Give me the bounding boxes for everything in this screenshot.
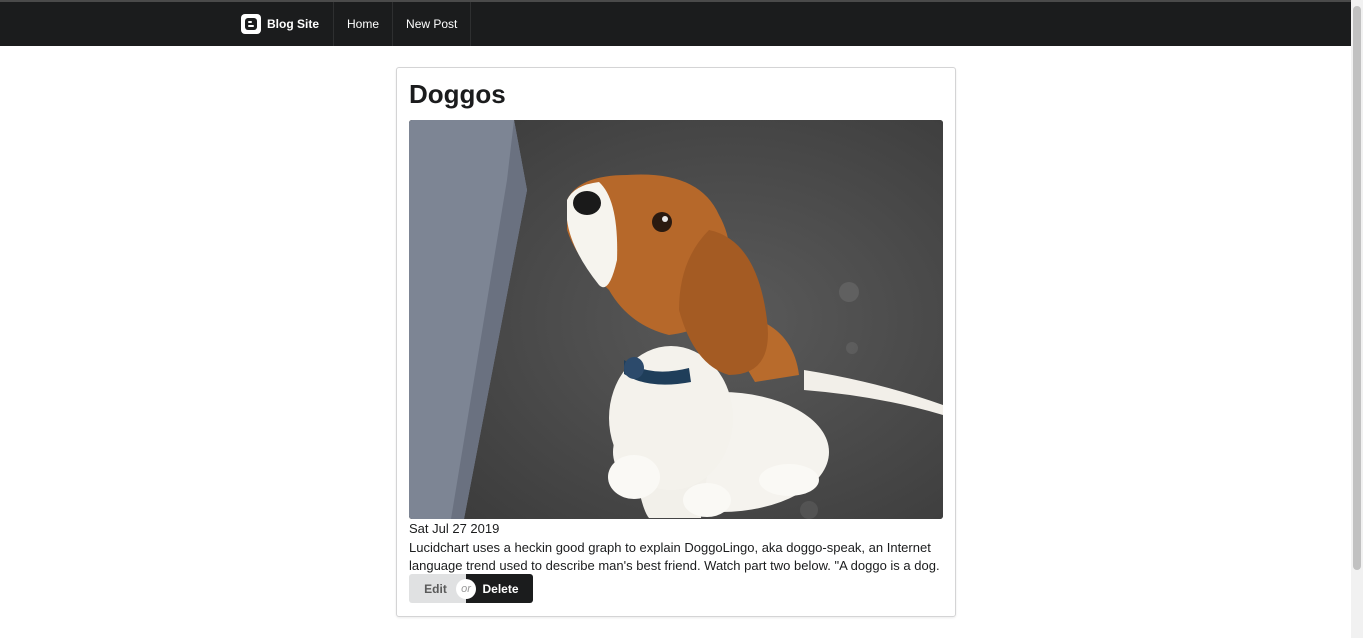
vertical-scrollbar[interactable] — [1351, 0, 1363, 638]
brand-label: Blog Site — [267, 17, 320, 31]
navbar-menu: Blog Site Home New Post — [227, 2, 472, 46]
nav-home[interactable]: Home — [334, 2, 394, 46]
nav-new-post[interactable]: New Post — [393, 2, 472, 46]
navbar: Blog Site Home New Post — [0, 2, 1351, 46]
post-body: Lucidchart uses a heckin good graph to e… — [409, 540, 940, 573]
post-image — [409, 120, 943, 519]
post-card: Doggos Sat Jul 27 2019 Lucidchart uses a… — [396, 67, 956, 617]
scrollbar-thumb[interactable] — [1353, 6, 1361, 570]
post-title: Doggos — [409, 79, 506, 109]
brand-link[interactable]: Blog Site — [227, 2, 335, 46]
or-label: or — [456, 578, 476, 599]
post-date: Sat Jul 27 2019 — [409, 521, 500, 536]
post-actions: Edit or Delete — [409, 574, 533, 603]
delete-button[interactable]: Delete — [466, 574, 533, 603]
blogger-icon — [241, 14, 261, 34]
